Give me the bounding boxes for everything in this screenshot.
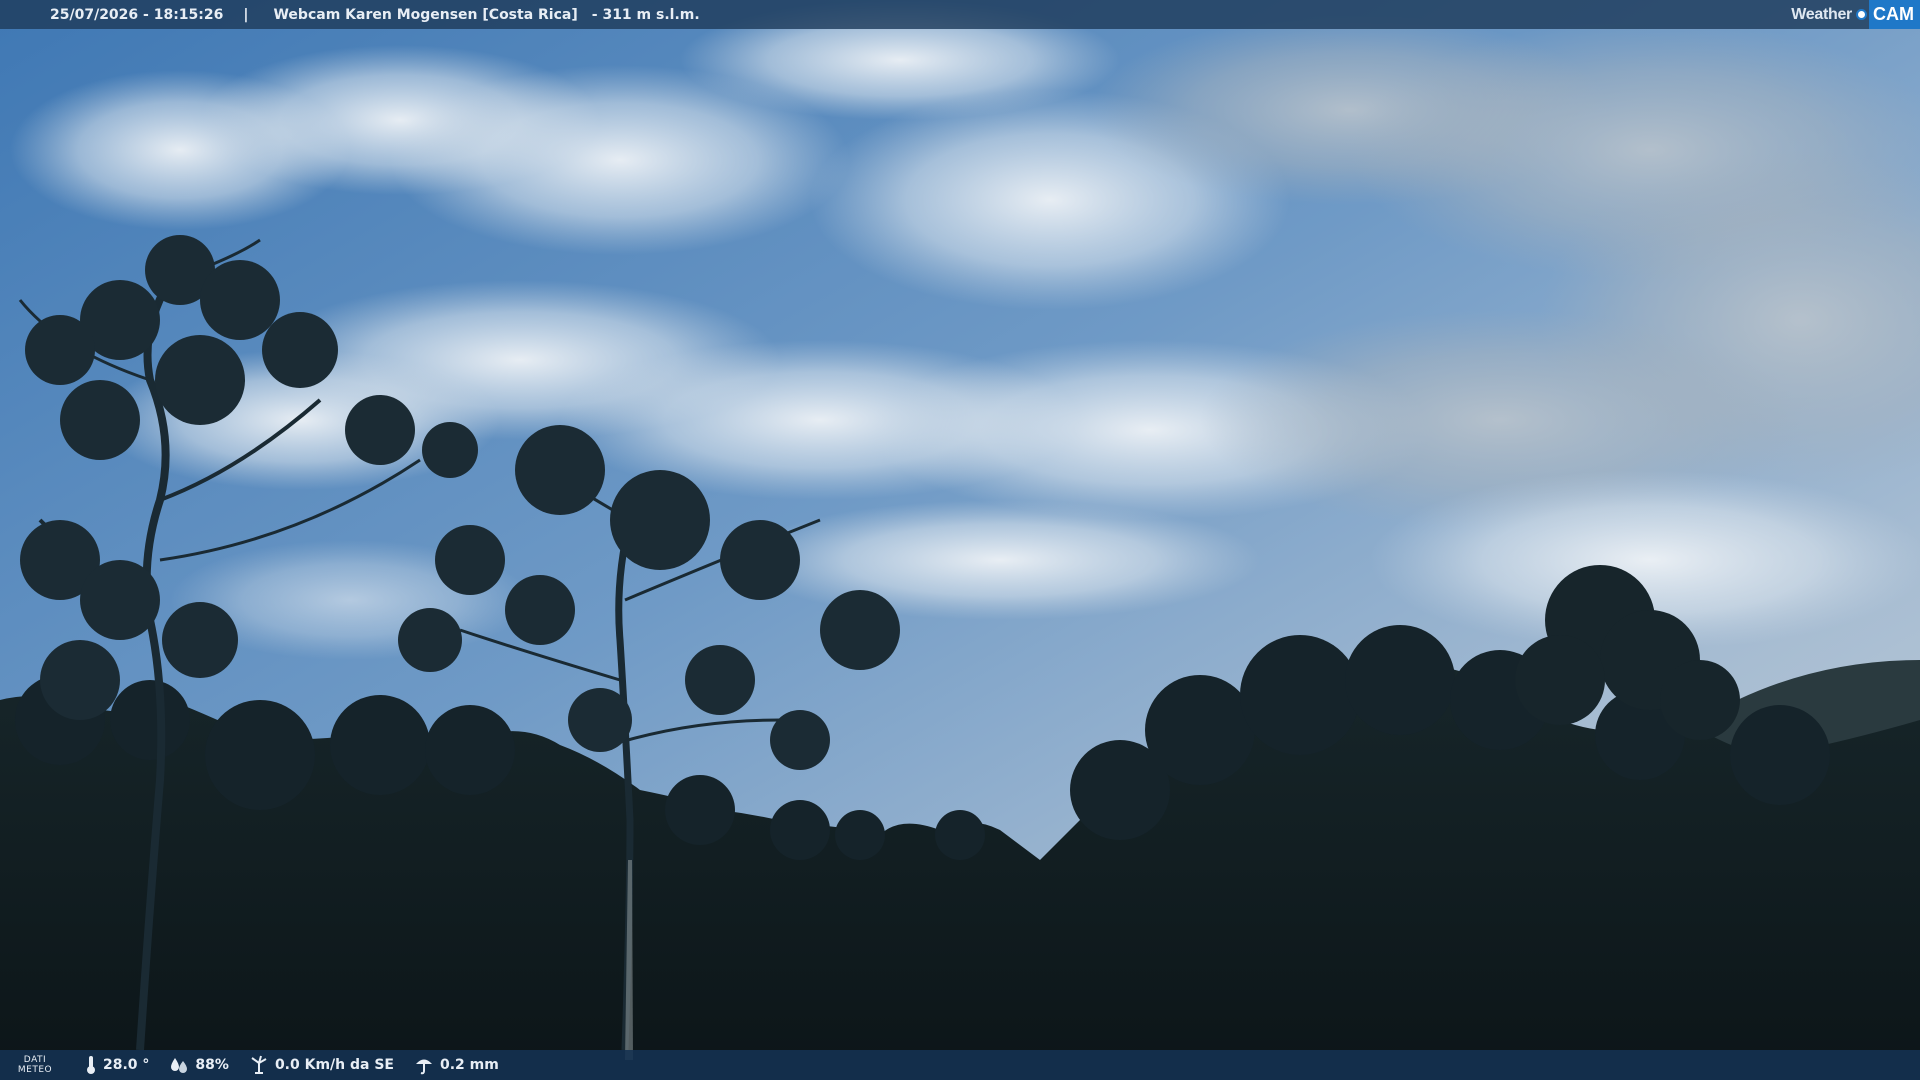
top-info-bar: 25/07/2026 - 18:15:26 | Webcam Karen Mog… [0,0,1920,29]
separator: | [243,6,249,23]
webcam-frame: 25/07/2026 - 18:15:26 | Webcam Karen Mog… [0,0,1920,1080]
logo-dot-icon [1856,9,1867,20]
logo-cam-text: CAM [1869,0,1920,29]
elevation: - 311 m s.l.m. [591,6,700,23]
timestamp: 25/07/2026 - 18:15:26 [50,6,224,23]
humidity-icon [171,1058,188,1073]
temperature-value: 28.0 ° [103,1057,150,1073]
wind-value: 0.0 Km/h da SE [274,1057,394,1073]
weather-data-bar: DATI METEO 28.0 ° 88% 0.0 Km/h da SE 0.2… [0,1050,1920,1080]
temperature-reading: 28.0 ° [85,1055,149,1075]
rain-icon [416,1059,432,1075]
dati-meteo-label: DATI METEO [5,1055,65,1075]
wind-reading: 0.0 Km/h da SE [249,1055,394,1075]
humidity-reading: 88% [169,1056,229,1074]
meteo-label: METEO [17,1065,53,1075]
webcam-image [0,0,1920,1080]
wind-icon [251,1055,267,1074]
rain-value: 0.2 mm [440,1057,499,1073]
weathercam-logo: Weather CAM [1791,0,1920,29]
humidity-value: 88% [195,1057,229,1073]
dati-label: DATI [23,1055,47,1065]
thermometer-icon [87,1056,95,1074]
rain-reading: 0.2 mm [414,1055,499,1075]
logo-weather-text: Weather [1791,5,1852,23]
webcam-title: Webcam Karen Mogensen [Costa Rica] [273,6,578,23]
